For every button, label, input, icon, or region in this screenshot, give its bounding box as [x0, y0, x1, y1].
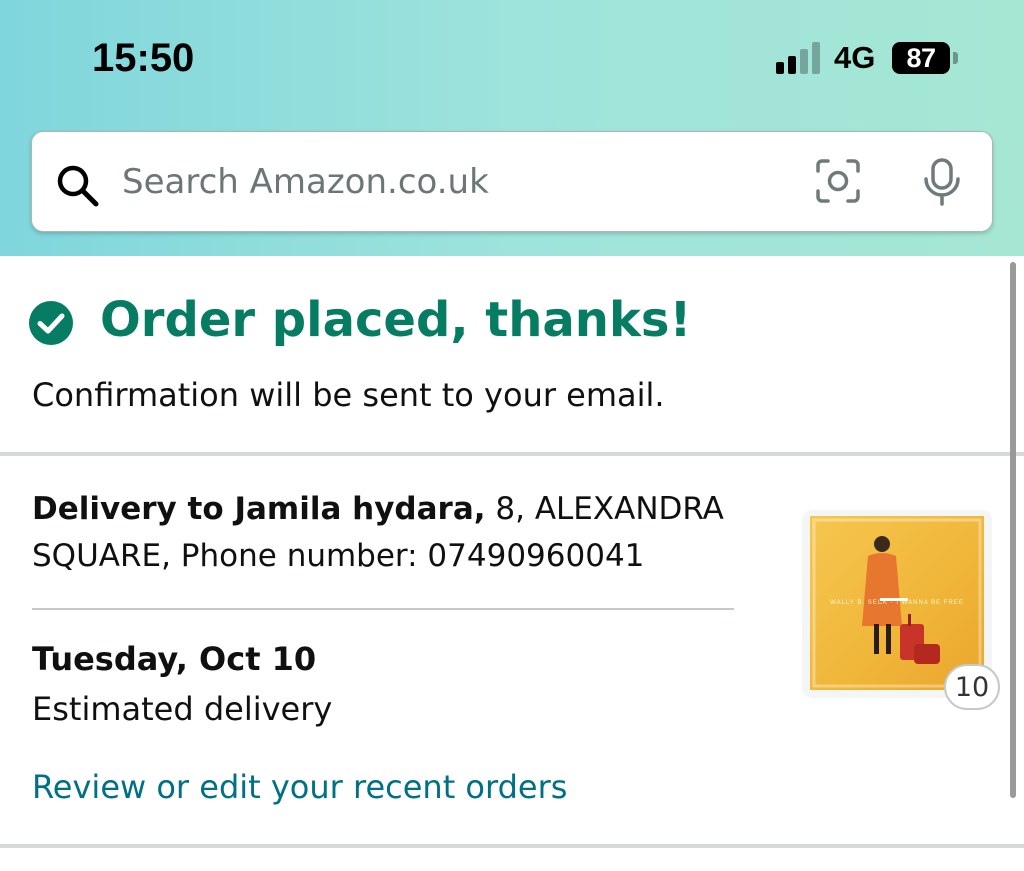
- delivery-caption: Estimated delivery: [32, 690, 333, 728]
- camera-icon[interactable]: [814, 157, 862, 205]
- divider: [32, 608, 734, 610]
- search-input[interactable]: [122, 160, 762, 204]
- delivery-date: Tuesday, Oct 10: [32, 640, 317, 678]
- order-confirmation: Order placed, thanks! Confirmation will …: [0, 256, 1024, 456]
- delivery-address: Delivery to Jamila hydara, 8, ALEXANDRA …: [32, 486, 752, 580]
- search-bar[interactable]: [31, 131, 993, 232]
- check-circle-icon: [29, 301, 73, 345]
- album-cover-text: WALLY B. SECK · I WANNA BE FREE: [830, 600, 964, 606]
- app-header: 15:50 4G 87: [0, 0, 1024, 256]
- battery-icon: 87: [892, 42, 950, 74]
- cellular-signal-icon: [776, 42, 824, 74]
- microphone-icon[interactable]: [920, 157, 964, 207]
- battery-cap: [953, 52, 958, 64]
- confirmation-subtitle: Confirmation will be sent to your email.: [32, 376, 665, 414]
- status-time: 15:50: [92, 36, 195, 80]
- album-cover-image[interactable]: WALLY B. SECK · I WANNA BE FREE: [810, 516, 984, 690]
- network-type: 4G: [834, 40, 876, 75]
- search-icon[interactable]: [54, 162, 100, 208]
- review-orders-link[interactable]: Review or edit your recent orders: [32, 768, 567, 806]
- confirmation-title: Order placed, thanks!: [100, 292, 692, 348]
- quantity-badge: 10: [944, 664, 1000, 710]
- scrollbar[interactable]: [1010, 262, 1016, 798]
- delivery-recipient: Delivery to Jamila hydara,: [32, 491, 486, 527]
